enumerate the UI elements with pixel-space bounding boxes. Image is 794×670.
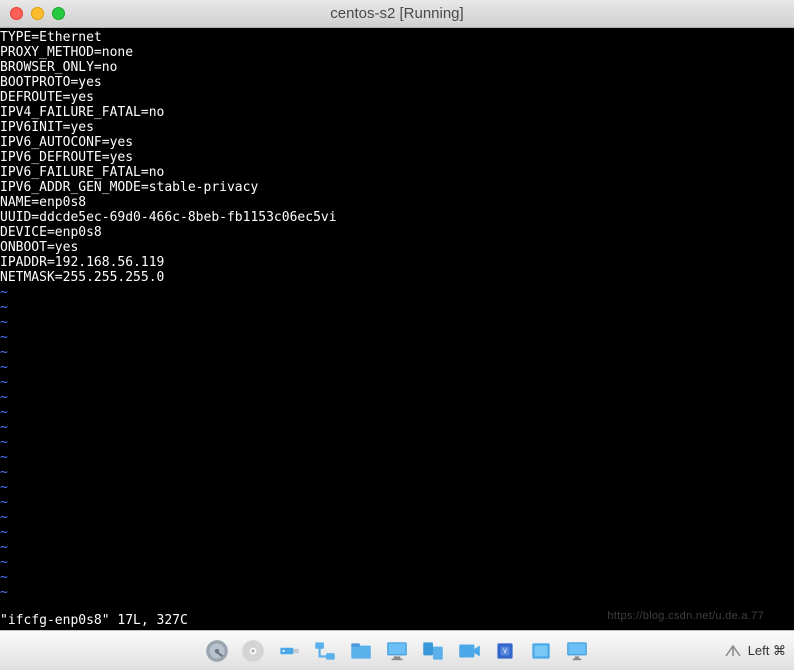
vim-tilde: ~ xyxy=(0,465,794,480)
shared-folder-icon[interactable] xyxy=(346,636,376,666)
usb-icon[interactable] xyxy=(274,636,304,666)
vim-tilde: ~ xyxy=(0,285,794,300)
watermark: https://blog.csdn.net/u.de.a.77 xyxy=(607,610,764,622)
host-key-indicator: Left ⌘ xyxy=(724,643,786,659)
terminal-line: BOOTPROTO=yes xyxy=(0,75,794,90)
terminal-line: IPV6_DEFROUTE=yes xyxy=(0,150,794,165)
terminal-line: DEVICE=enp0s8 xyxy=(0,225,794,240)
mouse-icon[interactable] xyxy=(526,636,556,666)
vim-tilde: ~ xyxy=(0,330,794,345)
terminal-line: UUID=ddcde5ec-69d0-466c-8beb-fb1153c06ec… xyxy=(0,210,794,225)
vim-tilde: ~ xyxy=(0,585,794,600)
terminal-line: NETMASK=255.255.255.0 xyxy=(0,270,794,285)
minimize-button[interactable] xyxy=(31,7,44,20)
network-icon[interactable] xyxy=(310,636,340,666)
keyboard-icon[interactable] xyxy=(562,636,592,666)
vim-tilde: ~ xyxy=(0,495,794,510)
vm-toolbar: V Left ⌘ xyxy=(0,630,794,670)
display-icon[interactable] xyxy=(382,636,412,666)
terminal-line: IPV6_FAILURE_FATAL=no xyxy=(0,165,794,180)
window-title: centos-s2 [Running] xyxy=(10,5,784,22)
vim-tilde: ~ xyxy=(0,450,794,465)
vim-tilde: ~ xyxy=(0,345,794,360)
terminal-line: NAME=enp0s8 xyxy=(0,195,794,210)
vim-tilde: ~ xyxy=(0,375,794,390)
titlebar: centos-s2 [Running] xyxy=(0,0,794,28)
host-key-label: Left ⌘ xyxy=(748,643,786,659)
vim-tilde: ~ xyxy=(0,405,794,420)
terminal-line: TYPE=Ethernet xyxy=(0,30,794,45)
recording-icon[interactable] xyxy=(454,636,484,666)
vim-tilde: ~ xyxy=(0,540,794,555)
vim-tilde: ~ xyxy=(0,510,794,525)
terminal[interactable]: TYPE=EthernetPROXY_METHOD=noneBROWSER_ON… xyxy=(0,28,794,630)
vim-tilde: ~ xyxy=(0,300,794,315)
terminal-line: IPV6_AUTOCONF=yes xyxy=(0,135,794,150)
terminal-line: IPV6_ADDR_GEN_MODE=stable-privacy xyxy=(0,180,794,195)
vim-status-line: "ifcfg-enp0s8" 17L, 327C xyxy=(0,613,188,628)
terminal-line: ONBOOT=yes xyxy=(0,240,794,255)
vim-tilde: ~ xyxy=(0,525,794,540)
terminal-line: DEFROUTE=yes xyxy=(0,90,794,105)
hard-drive-icon[interactable] xyxy=(202,636,232,666)
vim-tilde: ~ xyxy=(0,315,794,330)
terminal-line: IPV4_FAILURE_FATAL=no xyxy=(0,105,794,120)
vim-tilde: ~ xyxy=(0,420,794,435)
terminal-line: BROWSER_ONLY=no xyxy=(0,60,794,75)
close-button[interactable] xyxy=(10,7,23,20)
vim-tilde: ~ xyxy=(0,555,794,570)
maximize-button[interactable] xyxy=(52,7,65,20)
audio-icon[interactable] xyxy=(418,636,448,666)
optical-disc-icon[interactable] xyxy=(238,636,268,666)
vim-tilde: ~ xyxy=(0,480,794,495)
vim-tilde: ~ xyxy=(0,570,794,585)
terminal-line: IPV6INIT=yes xyxy=(0,120,794,135)
terminal-line: IPADDR=192.168.56.119 xyxy=(0,255,794,270)
processor-icon[interactable]: V xyxy=(490,636,520,666)
vim-tilde: ~ xyxy=(0,360,794,375)
terminal-line: PROXY_METHOD=none xyxy=(0,45,794,60)
vim-tilde: ~ xyxy=(0,390,794,405)
svg-text:V: V xyxy=(503,647,507,655)
vim-tilde: ~ xyxy=(0,435,794,450)
traffic-lights xyxy=(10,7,65,20)
